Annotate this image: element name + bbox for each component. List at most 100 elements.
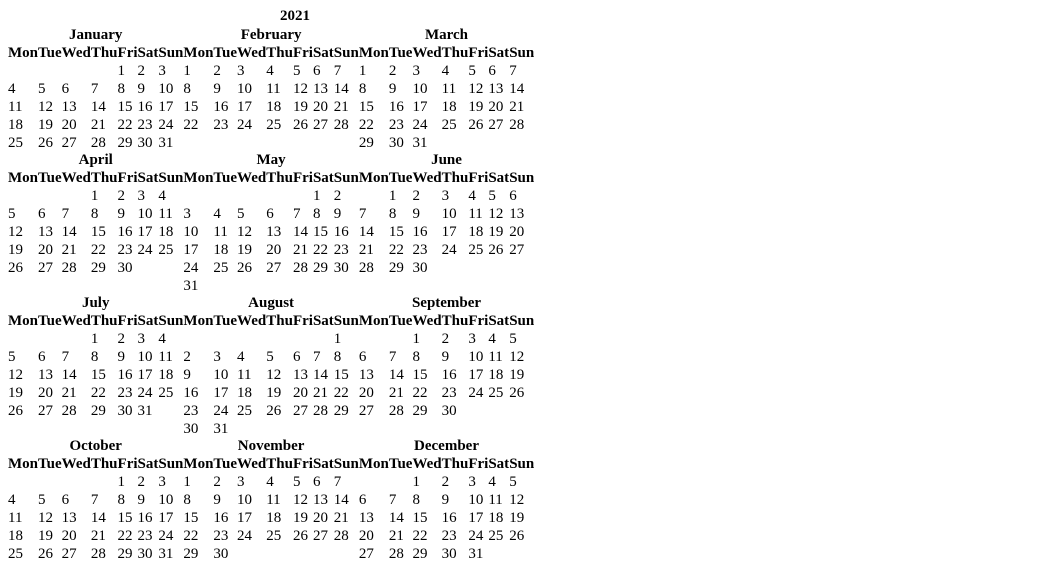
- day-cell: 18: [468, 223, 488, 241]
- day-cell: 16: [442, 509, 469, 527]
- day-cell: 15: [91, 223, 118, 241]
- day-cell: 2: [412, 187, 441, 205]
- month-name: October: [8, 438, 183, 455]
- month-august: AugustMonTueWedThuFriSatSun1234567891011…: [183, 295, 358, 438]
- week-row: 15161718192021: [183, 509, 358, 527]
- day-cell: 17: [237, 509, 266, 527]
- day-cell: 21: [359, 241, 389, 259]
- day-cell: 23: [138, 116, 159, 134]
- day-cell: 22: [412, 384, 441, 402]
- week-row: 891011121314: [183, 491, 358, 509]
- week-row: 12: [183, 187, 358, 205]
- day-cell: 3: [468, 473, 488, 491]
- day-cell: 8: [118, 80, 138, 98]
- day-cell: 9: [183, 366, 213, 384]
- day-cell: 1: [118, 62, 138, 80]
- day-cell: 3: [213, 348, 237, 366]
- day-cell: [293, 420, 313, 438]
- day-cell: 30: [213, 545, 237, 563]
- day-cell: [213, 187, 237, 205]
- day-cell: 24: [158, 527, 183, 545]
- day-cell: [313, 277, 334, 295]
- day-cell: 19: [266, 384, 293, 402]
- day-cell: 23: [118, 241, 138, 259]
- day-cell: 21: [389, 527, 413, 545]
- week-row: 11121314151617: [8, 509, 183, 527]
- day-cell: 30: [442, 545, 469, 563]
- day-cell: 22: [118, 116, 138, 134]
- day-cell: 24: [138, 384, 159, 402]
- day-cell: 12: [8, 366, 38, 384]
- day-cell: 9: [213, 491, 237, 509]
- day-cell: [91, 62, 118, 80]
- month-table: MonTueWedThuFriSatSun1234567891011121314…: [8, 44, 183, 152]
- day-cell: 14: [509, 80, 534, 98]
- weekday-header: Thu: [91, 455, 118, 473]
- weekday-header: Fri: [293, 455, 313, 473]
- week-row: 12345: [359, 330, 534, 348]
- month-name: August: [183, 295, 358, 312]
- day-cell: 5: [38, 491, 62, 509]
- day-cell: 1: [412, 330, 441, 348]
- month-november: NovemberMonTueWedThuFriSatSun12345678910…: [183, 438, 358, 563]
- day-cell: 16: [412, 223, 441, 241]
- day-cell: 23: [118, 384, 138, 402]
- week-row: 12345: [359, 473, 534, 491]
- day-cell: [237, 187, 266, 205]
- day-cell: 11: [488, 348, 509, 366]
- day-cell: 22: [359, 116, 389, 134]
- week-row: 14151617181920: [359, 223, 534, 241]
- day-cell: 12: [468, 80, 488, 98]
- day-cell: 11: [158, 348, 183, 366]
- day-cell: 21: [62, 241, 91, 259]
- day-cell: 5: [468, 62, 488, 80]
- weekday-header: Fri: [468, 44, 488, 62]
- day-cell: 11: [237, 366, 266, 384]
- week-row: 25262728293031: [8, 545, 183, 563]
- month-table: MonTueWedThuFriSatSun1234567891011121314…: [8, 455, 183, 563]
- day-cell: 2: [138, 62, 159, 80]
- day-cell: 12: [509, 348, 534, 366]
- day-cell: 9: [412, 205, 441, 223]
- day-cell: 9: [138, 80, 159, 98]
- day-cell: 17: [412, 98, 441, 116]
- day-cell: 29: [412, 545, 441, 563]
- day-cell: 29: [118, 545, 138, 563]
- day-cell: 13: [313, 491, 334, 509]
- day-cell: 26: [237, 259, 266, 277]
- day-cell: 24: [183, 259, 213, 277]
- day-cell: 10: [442, 205, 469, 223]
- day-cell: 7: [62, 205, 91, 223]
- day-cell: 4: [468, 187, 488, 205]
- day-cell: 21: [91, 527, 118, 545]
- week-row: 2345678: [183, 348, 358, 366]
- day-cell: 14: [334, 491, 359, 509]
- day-cell: 24: [442, 241, 469, 259]
- day-cell: 23: [213, 116, 237, 134]
- day-cell: 1: [91, 187, 118, 205]
- day-cell: 25: [213, 259, 237, 277]
- day-cell: 21: [509, 98, 534, 116]
- day-cell: [389, 473, 413, 491]
- day-cell: 22: [183, 116, 213, 134]
- day-cell: [293, 277, 313, 295]
- weekday-header: Tue: [213, 455, 237, 473]
- day-cell: 13: [509, 205, 534, 223]
- day-cell: 8: [359, 80, 389, 98]
- day-cell: 14: [359, 223, 389, 241]
- day-cell: 2: [334, 187, 359, 205]
- weekday-header: Sun: [509, 169, 534, 187]
- day-cell: 27: [359, 402, 389, 420]
- day-cell: 29: [359, 134, 389, 152]
- day-cell: [237, 277, 266, 295]
- day-cell: 28: [334, 116, 359, 134]
- day-cell: 26: [509, 527, 534, 545]
- weekday-header: Sat: [138, 312, 159, 330]
- day-cell: 3: [468, 330, 488, 348]
- day-cell: 28: [334, 527, 359, 545]
- weekday-header: Mon: [359, 44, 389, 62]
- day-cell: 22: [118, 527, 138, 545]
- day-cell: 14: [91, 509, 118, 527]
- day-cell: 6: [359, 348, 389, 366]
- week-row: 12131415161718: [8, 366, 183, 384]
